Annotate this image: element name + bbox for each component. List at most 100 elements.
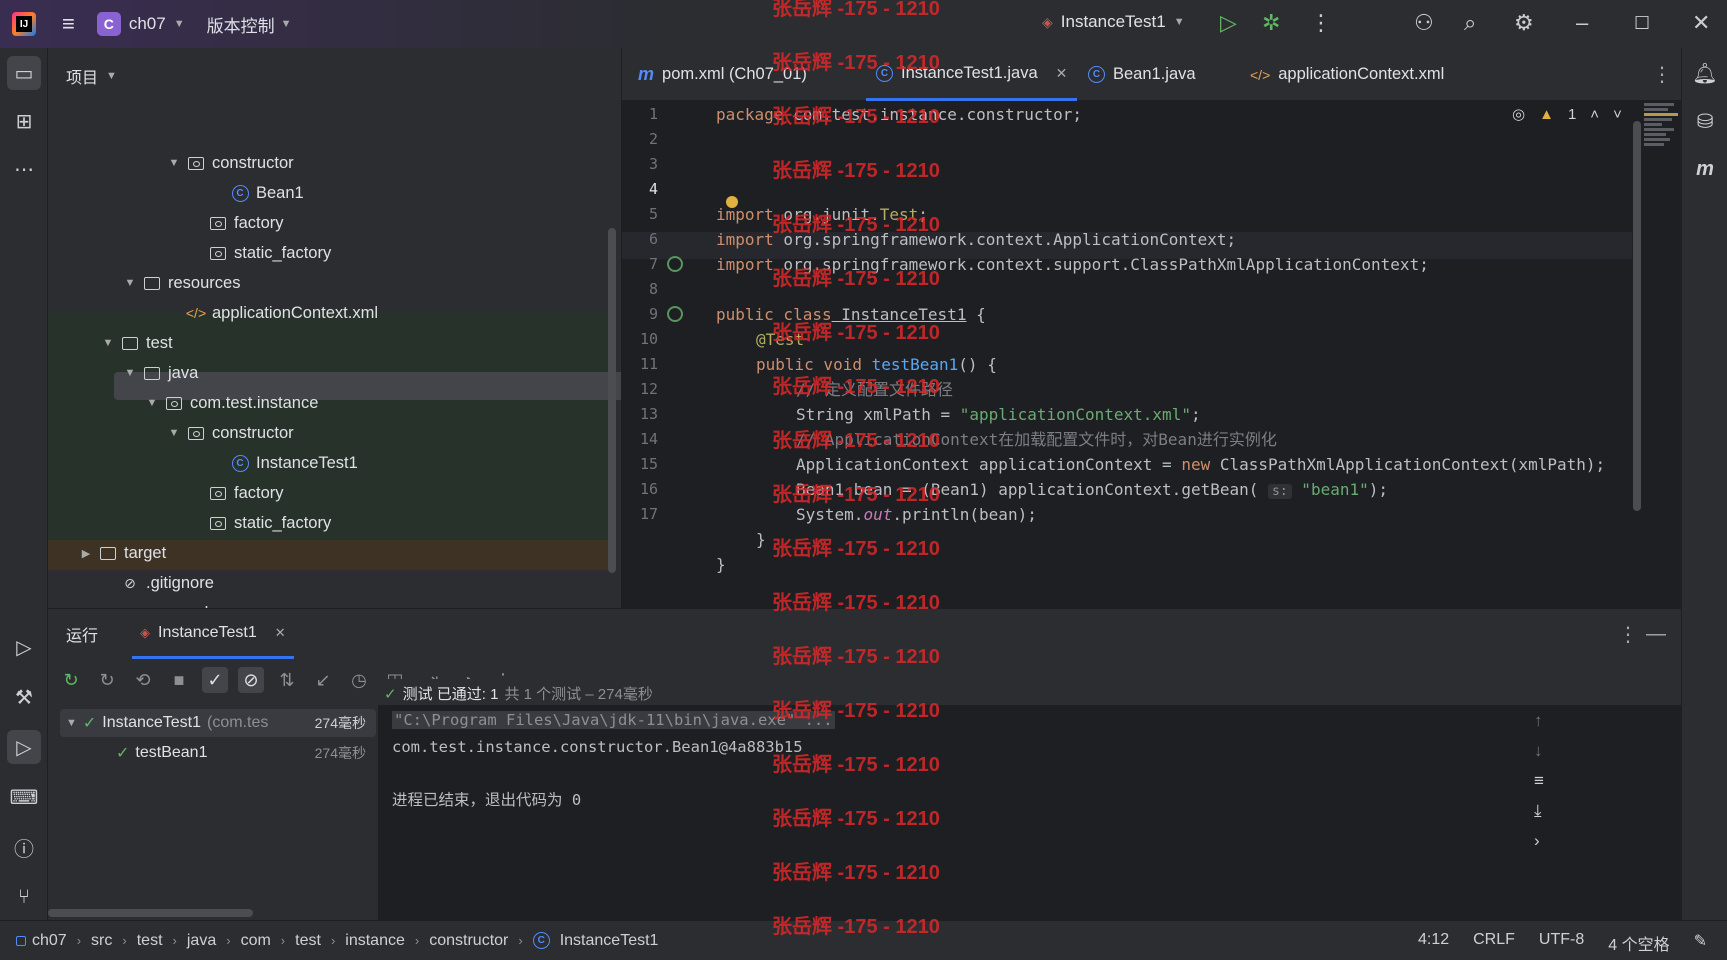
- settings-icon[interactable]: ⚙: [1514, 10, 1534, 36]
- vcs-menu[interactable]: 版本控制 ▼: [207, 12, 292, 37]
- breadcrumb-item[interactable]: test: [295, 932, 321, 950]
- history-icon[interactable]: ◷: [346, 667, 372, 693]
- tree-item[interactable]: </> applicationContext.xml: [48, 298, 608, 328]
- maximize-icon[interactable]: ☐: [1634, 13, 1650, 34]
- tab-pom-xml[interactable]: m pom.xml (Ch07_01): [638, 48, 807, 101]
- stop-icon[interactable]: ■: [166, 667, 192, 693]
- breadcrumb-item[interactable]: src: [91, 932, 112, 950]
- tree-item[interactable]: ▶ target: [48, 538, 608, 568]
- more-tools-icon[interactable]: ⋯: [7, 152, 41, 186]
- chevron-down-icon[interactable]: ▼: [166, 157, 182, 169]
- tree-item[interactable]: static_factory: [48, 238, 608, 268]
- chevron-down-icon[interactable]: ▼: [122, 277, 138, 289]
- soft-wrap-icon[interactable]: ≡: [1534, 771, 1544, 791]
- tree-item[interactable]: C Bean1: [48, 178, 608, 208]
- breadcrumb-item[interactable]: test: [137, 932, 163, 950]
- run-panel-more-icon[interactable]: ⋮: [1618, 622, 1638, 647]
- project-tool-icon[interactable]: ▭: [7, 56, 41, 90]
- tabs-more-icon[interactable]: ⋮: [1652, 48, 1672, 101]
- tab-applicationcontext-xml[interactable]: </> applicationContext.xml: [1250, 48, 1444, 101]
- maven-icon[interactable]: m: [1688, 152, 1722, 186]
- scroll-up-icon[interactable]: ↑: [1534, 711, 1544, 731]
- sort-icon[interactable]: ⇅: [274, 667, 300, 693]
- lock-icon[interactable]: ✎: [1694, 931, 1707, 955]
- rerun-icon[interactable]: ↻: [58, 667, 84, 693]
- tab-bean1[interactable]: C Bean1.java: [1088, 48, 1196, 101]
- run-test-method-icon[interactable]: [667, 306, 683, 322]
- indent-setting[interactable]: 4 个空格: [1608, 931, 1669, 955]
- tree-item[interactable]: ▼ constructor: [48, 418, 608, 448]
- build-icon[interactable]: ⚒: [7, 680, 41, 714]
- breadcrumb-item[interactable]: constructor: [429, 932, 508, 950]
- run-tool-icon[interactable]: ▷: [7, 730, 41, 764]
- tab-instancetest1[interactable]: C InstanceTest1.java ✕: [866, 48, 1078, 101]
- breadcrumb-item[interactable]: com: [241, 932, 271, 950]
- scroll-down-icon[interactable]: ↓: [1534, 741, 1544, 761]
- inspection-widget[interactable]: ◎ ▲ 1 ˄ ˅: [1512, 105, 1622, 124]
- run-tab-instancetest1[interactable]: ◈ InstanceTest1 ✕: [132, 609, 294, 659]
- tree-item[interactable]: factory: [48, 208, 608, 238]
- reader-mode-icon[interactable]: ◎: [1512, 105, 1525, 123]
- collapse-icon[interactable]: ↙: [310, 667, 336, 693]
- project-scrollbar[interactable]: [608, 228, 616, 573]
- test-row-testbean1[interactable]: ✓ testBean1 274毫秒: [116, 743, 366, 763]
- minimize-icon[interactable]: –: [1576, 10, 1588, 36]
- file-encoding[interactable]: UTF-8: [1539, 931, 1584, 955]
- line-separator[interactable]: CRLF: [1473, 931, 1515, 955]
- hide-panel-icon[interactable]: —: [1646, 623, 1666, 646]
- breadcrumb-item[interactable]: InstanceTest1: [560, 932, 659, 950]
- chevron-down-icon[interactable]: ▼: [166, 427, 182, 439]
- tree-item[interactable]: factory: [48, 478, 608, 508]
- caret-position[interactable]: 4:12: [1418, 931, 1449, 955]
- more-icon[interactable]: ⋮: [1310, 10, 1332, 36]
- tree-item[interactable]: ▼ java: [48, 358, 608, 388]
- chevron-down-icon[interactable]: ▼: [122, 367, 138, 379]
- breadcrumb-item[interactable]: ch07: [32, 932, 67, 950]
- tree-item[interactable]: ▼ test: [48, 328, 608, 358]
- tree-item[interactable]: ▼ resources: [48, 268, 608, 298]
- services-icon[interactable]: ▷: [7, 630, 41, 664]
- close-icon[interactable]: ✕: [1692, 10, 1710, 36]
- run-icon[interactable]: ▷: [1220, 10, 1237, 36]
- project-selector[interactable]: C ch07 ▼: [96, 12, 185, 36]
- close-tab-icon[interactable]: ✕: [1056, 65, 1068, 82]
- add-user-icon[interactable]: ⚇: [1414, 10, 1434, 36]
- git-icon[interactable]: ⑂: [7, 880, 41, 914]
- rerun-failed-icon[interactable]: ↻: [94, 667, 120, 693]
- tree-item[interactable]: mpom.xml: [48, 598, 608, 609]
- next-highlight-icon[interactable]: ˅: [1613, 106, 1622, 123]
- search-icon[interactable]: ⌕: [1464, 10, 1476, 36]
- tree-item[interactable]: static_factory: [48, 508, 608, 538]
- notifications-icon[interactable]: 🔔︎: [1688, 56, 1722, 90]
- terminal-icon[interactable]: ⌨: [7, 780, 41, 814]
- show-ignored-icon[interactable]: ⊘: [238, 667, 264, 693]
- editor-vertical-scrollbar[interactable]: [1633, 121, 1641, 511]
- show-passed-icon[interactable]: ✓: [202, 667, 228, 693]
- tree-item[interactable]: ⊘ .gitignore: [48, 568, 608, 598]
- test-row-instancetest1[interactable]: ▼ ✓ InstanceTest1 (com.tes 274毫秒: [66, 713, 366, 733]
- code-area[interactable]: 1 2 3 4 5 6 7 8 9 10 11 12 13 14 15 16 17 ◎ ▲ 1 ˄ ˅ pack…: [622, 101, 1681, 652]
- main-menu-icon[interactable]: ≡: [62, 11, 75, 37]
- chevron-right-icon[interactable]: ▶: [78, 547, 94, 560]
- run-test-class-icon[interactable]: [667, 256, 683, 272]
- tree-item[interactable]: C InstanceTest1: [48, 448, 608, 478]
- toggle-auto-test-icon[interactable]: ⟲: [130, 667, 156, 693]
- database-icon[interactable]: ⛁: [1688, 104, 1722, 138]
- structure-tool-icon[interactable]: ⊞: [7, 104, 41, 138]
- chevron-down-icon[interactable]: ▼: [100, 337, 116, 349]
- expand-icon[interactable]: ›: [1534, 831, 1544, 851]
- test-tree-scrollbar[interactable]: [48, 909, 253, 917]
- close-tab-icon[interactable]: ✕: [275, 625, 286, 641]
- prev-highlight-icon[interactable]: ˄: [1590, 106, 1599, 123]
- project-panel-header[interactable]: 项目 ▼: [48, 48, 621, 104]
- scroll-to-end-icon[interactable]: ⤓: [1534, 801, 1544, 821]
- console-output[interactable]: ✓ 测试 已通过: 1 共 1 个测试 – 274毫秒 "C:\Program …: [378, 679, 1681, 921]
- run-config-selector[interactable]: ◈ InstanceTest1 ▼: [1042, 12, 1185, 32]
- breadcrumb-item[interactable]: instance: [345, 932, 405, 950]
- minimap[interactable]: [1644, 101, 1680, 171]
- tree-item[interactable]: ▼ constructor: [48, 148, 608, 178]
- problems-icon[interactable]: ⓘ: [7, 830, 41, 864]
- breadcrumb-item[interactable]: java: [187, 932, 216, 950]
- debug-icon[interactable]: ✲: [1262, 10, 1280, 36]
- chevron-down-icon[interactable]: ▼: [144, 397, 160, 409]
